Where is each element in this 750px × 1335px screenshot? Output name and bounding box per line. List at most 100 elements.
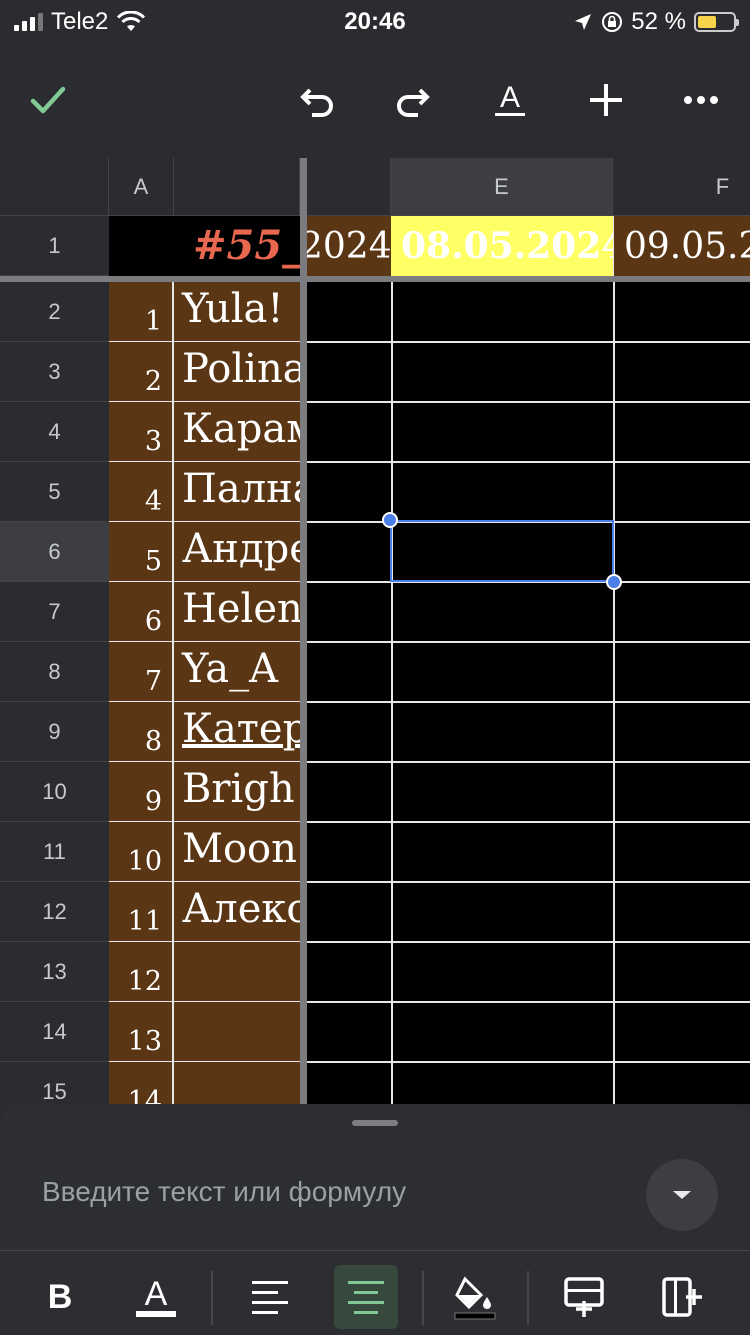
number-cell[interactable]: 3 (109, 402, 174, 462)
edit-panel: Введите текст или формулу B A (0, 1104, 750, 1335)
battery-percent: 52 % (631, 8, 686, 35)
selection-handle-bottom[interactable] (606, 574, 622, 590)
selected-cell[interactable] (390, 520, 614, 582)
add-icon[interactable] (576, 70, 636, 130)
date-cell-f[interactable]: 09.05.2 (613, 216, 750, 276)
number-cell[interactable]: 7 (109, 642, 174, 702)
redo-icon[interactable] (382, 70, 442, 130)
column-header-b[interactable] (174, 158, 300, 216)
name-cell[interactable]: Пална (174, 462, 300, 522)
battery-icon (694, 12, 739, 32)
name-cell[interactable]: Карам (174, 402, 300, 462)
number-cell[interactable]: 4 (109, 462, 174, 522)
expand-button[interactable] (646, 1159, 718, 1231)
text-color-icon: A (136, 1275, 176, 1317)
text-color-button[interactable]: A (124, 1265, 188, 1329)
insert-column-button[interactable] (650, 1265, 714, 1329)
name-cell[interactable]: Moon (174, 822, 300, 882)
align-center-button[interactable] (334, 1265, 398, 1329)
row-header-13[interactable]: 13 (0, 942, 109, 1002)
svg-text:A: A (500, 81, 520, 114)
align-left-button[interactable] (238, 1265, 302, 1329)
grid-line-horizontal (307, 641, 750, 643)
undo-icon[interactable] (288, 70, 348, 130)
bold-button[interactable]: B (28, 1265, 92, 1329)
date-cell-e[interactable]: 08.05.2024 (391, 216, 613, 276)
attendance-area[interactable] (307, 282, 750, 1104)
name-cell[interactable]: Polina (174, 342, 300, 402)
name-cell[interactable]: Ya_A (174, 642, 300, 702)
name-cell[interactable]: Brigh (174, 762, 300, 822)
row-header-4[interactable]: 4 (0, 402, 109, 462)
grid-line-horizontal (307, 1061, 750, 1063)
number-cell[interactable]: 2 (109, 342, 174, 402)
drag-handle[interactable] (352, 1120, 398, 1126)
grid-line-vertical (613, 282, 615, 1104)
frozen-row-divider[interactable] (0, 276, 750, 282)
column-header-e[interactable]: E (391, 158, 613, 216)
row-header-12[interactable]: 12 (0, 882, 109, 942)
toolbar-divider (527, 1271, 529, 1325)
corner-cell[interactable] (0, 158, 109, 216)
row-header-2[interactable]: 2 (0, 282, 109, 342)
number-cell[interactable]: 1 (109, 282, 174, 342)
column-header-f[interactable]: F (613, 158, 750, 216)
number-cell[interactable]: 12 (109, 942, 174, 1002)
column-header-d[interactable] (307, 158, 391, 216)
number-cell[interactable]: 11 (109, 882, 174, 942)
name-cell[interactable]: Катер (174, 702, 300, 762)
formula-input[interactable]: Введите текст или формулу (42, 1176, 406, 1208)
status-bar: Tele2 20:46 52 % (0, 0, 750, 44)
number-cell[interactable]: 8 (109, 702, 174, 762)
fill-color-button[interactable] (443, 1265, 507, 1329)
row-header-10[interactable]: 10 (0, 762, 109, 822)
grid-line-horizontal (307, 941, 750, 943)
row-header-8[interactable]: 8 (0, 642, 109, 702)
more-icon[interactable] (671, 70, 731, 130)
format-toolbar: B A (0, 1250, 750, 1335)
rotation-lock-icon (602, 12, 623, 32)
battery-level (698, 16, 716, 28)
grid-line-horizontal (307, 761, 750, 763)
number-cell[interactable]: 5 (109, 522, 174, 582)
name-cell[interactable]: Yula! (174, 282, 300, 342)
name-cell[interactable] (174, 942, 300, 1002)
name-cell[interactable]: Алекс (174, 882, 300, 942)
row-header-15[interactable]: 15 (0, 1062, 109, 1104)
selection-handle-top[interactable] (382, 512, 398, 528)
grid-line-horizontal (307, 341, 750, 343)
name-cell[interactable]: Андре (174, 522, 300, 582)
insert-row-button[interactable] (552, 1265, 616, 1329)
row-header-11[interactable]: 11 (0, 822, 109, 882)
frozen-column-divider[interactable] (300, 158, 307, 1104)
text-format-icon[interactable]: A (480, 70, 540, 130)
grid-line-horizontal (307, 461, 750, 463)
top-toolbar: A (0, 44, 750, 158)
status-right: 52 % (573, 8, 739, 36)
row-header-9[interactable]: 9 (0, 702, 109, 762)
name-cell[interactable] (174, 1062, 300, 1104)
grid-line-vertical (391, 282, 393, 1104)
number-cell[interactable]: 13 (109, 1002, 174, 1062)
row-header-3[interactable]: 3 (0, 342, 109, 402)
number-cell[interactable]: 14 (109, 1062, 174, 1104)
row-header-1[interactable]: 1 (0, 216, 109, 276)
row-header-5[interactable]: 5 (0, 462, 109, 522)
grid-line-horizontal (307, 401, 750, 403)
row-header-7[interactable]: 7 (0, 582, 109, 642)
number-cell[interactable]: 10 (109, 822, 174, 882)
number-cell[interactable]: 9 (109, 762, 174, 822)
date-cell-d[interactable]: 2024 (300, 216, 391, 276)
insert-row-icon (564, 1277, 604, 1317)
check-icon[interactable] (18, 70, 78, 130)
name-cell[interactable] (174, 1002, 300, 1062)
title-cell[interactable]: #55_3 (109, 216, 300, 276)
column-header-a[interactable]: A (109, 158, 174, 216)
spreadsheet-grid[interactable]: A E F 1 2 3 4 5 6 7 8 9 10 11 12 13 14 1… (0, 158, 750, 1104)
grid-line-horizontal (307, 881, 750, 883)
row-header-6[interactable]: 6 (0, 522, 109, 582)
row-header-14[interactable]: 14 (0, 1002, 109, 1062)
name-cell[interactable]: Helen (174, 582, 300, 642)
number-cell[interactable]: 6 (109, 582, 174, 642)
svg-text:A: A (145, 1275, 168, 1313)
